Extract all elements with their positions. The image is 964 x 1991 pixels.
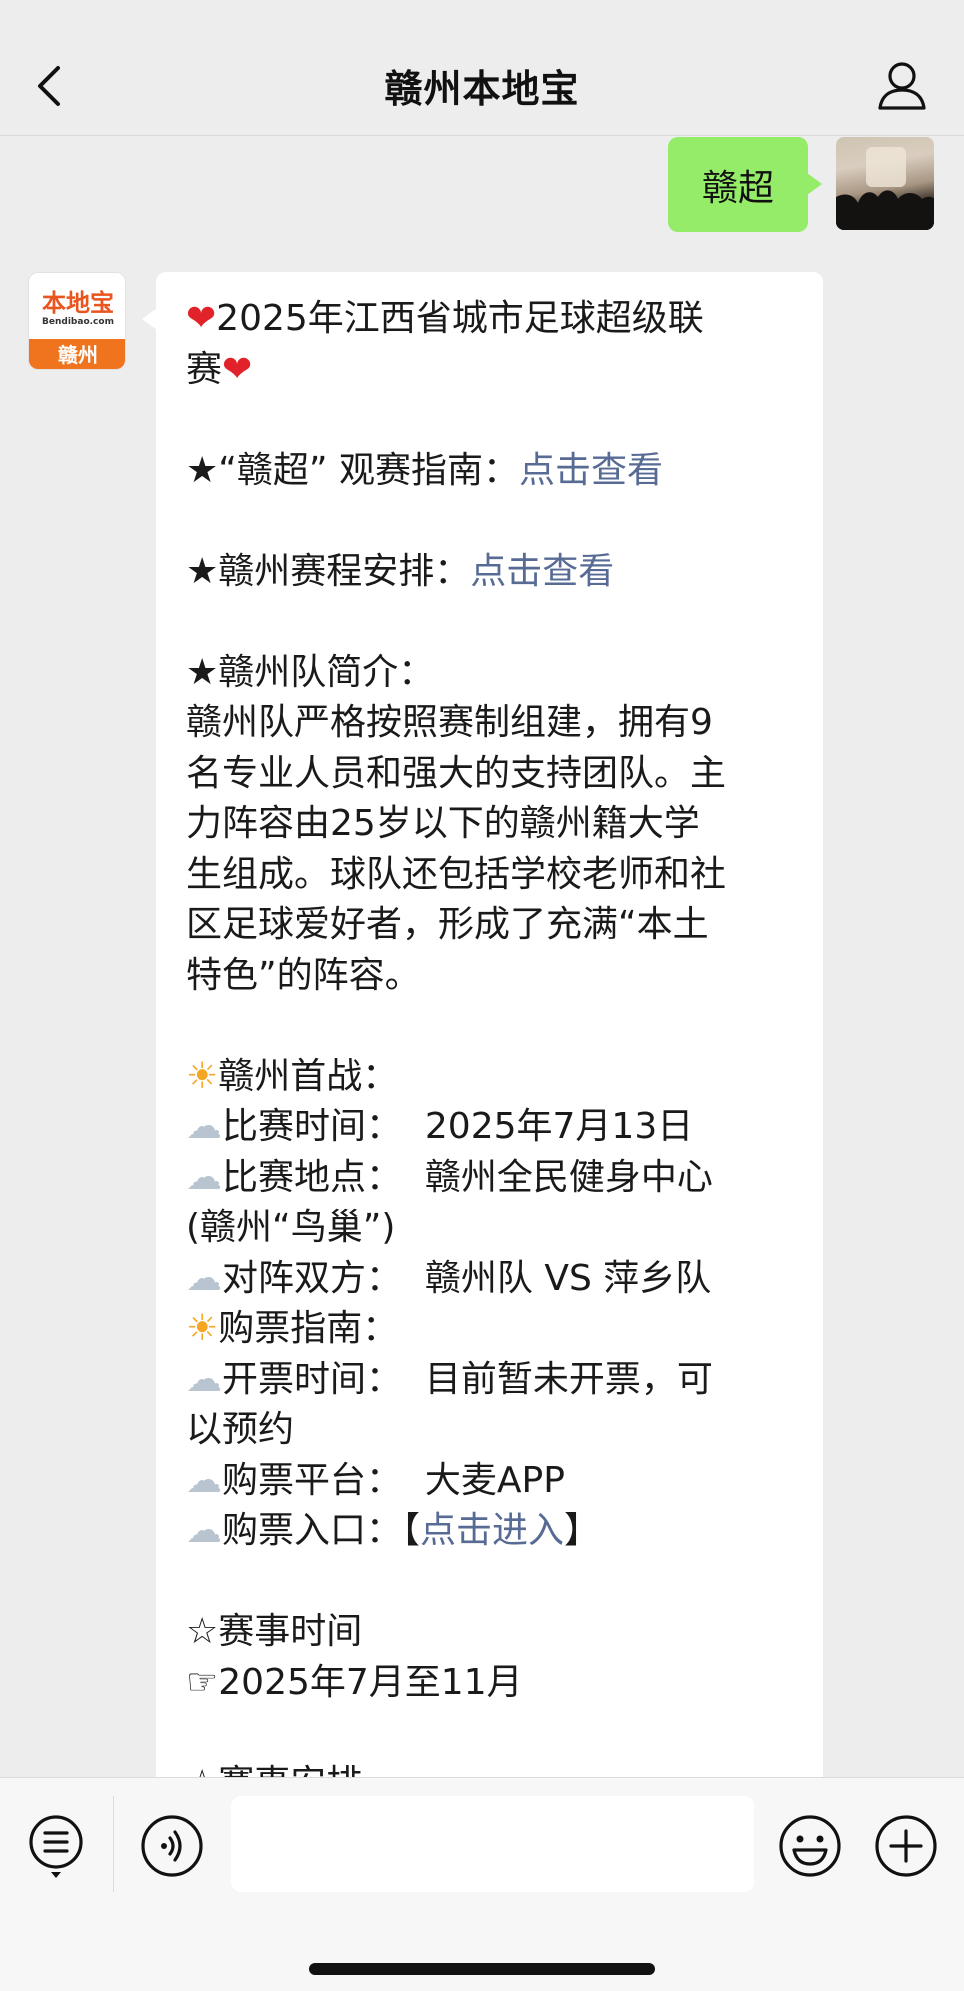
ticket-open-line: ☁开票时间： 目前暂未开票，可	[186, 1358, 713, 1400]
plus-icon[interactable]	[874, 1814, 938, 1882]
cloud-icon: ☁	[186, 1358, 222, 1400]
avatar-logo-text: 本地宝	[42, 288, 114, 317]
ticket-heading: ☀购票指南：	[186, 1308, 399, 1349]
team-text-line: 力阵容由25岁以下的赣州籍大学	[186, 803, 700, 844]
cloud-icon: ☁	[186, 1106, 222, 1147]
avatar-logo-url: Bendibao.com	[42, 317, 114, 327]
match-venue-line: ☁比赛地点： 赣州全民健身中心	[186, 1156, 713, 1198]
team-text-line: 生组成。球队还包括学校老师和社	[186, 853, 727, 895]
smiley-icon[interactable]	[778, 1814, 842, 1882]
sun-icon: ☀	[186, 1055, 219, 1097]
message-title-line: ❤2025年江西省城市足球超级联	[186, 298, 704, 339]
heart-icon: ❤	[222, 348, 253, 390]
list-menu-icon[interactable]	[28, 1812, 88, 1886]
guide-line: ★“赣超” 观赛指南：点击查看	[186, 449, 664, 491]
ticket-entry-link[interactable]: 点击进入	[420, 1510, 564, 1551]
match-teams-line: ☁对阵双方： 赣州队 VS 萍乡队	[186, 1257, 712, 1299]
avatar-logo-area: 本地宝 Bendibao.com	[29, 273, 125, 339]
ticket-platform-line: ☁购票平台： 大麦APP	[186, 1459, 565, 1501]
team-text-line: 赣州队严格按照赛制组建，拥有9	[186, 702, 713, 743]
cloud-icon: ☁	[186, 1459, 222, 1501]
schedule-line: ★赣州赛程安排：点击查看	[186, 550, 615, 592]
guide-link[interactable]: 点击查看	[519, 450, 663, 491]
heart-icon: ❤	[186, 298, 217, 339]
event-schedule-heading: ☆赛事安排	[186, 1759, 795, 1778]
voice-icon[interactable]	[140, 1814, 204, 1882]
sent-message-bubble[interactable]: 赣超	[668, 137, 822, 232]
nav-bar: 赣州本地宝	[0, 0, 964, 136]
ticket-open-line: 以预约	[186, 1409, 295, 1450]
official-account-avatar[interactable]: 本地宝 Bendibao.com 赣州	[28, 272, 126, 370]
first-match-heading: ☀赣州首战：	[186, 1055, 399, 1097]
sun-icon: ☀	[186, 1308, 219, 1349]
team-text-line: 名专业人员和强大的支持团队。主	[186, 752, 727, 794]
match-venue-line: (赣州“鸟巢”)	[186, 1207, 396, 1248]
message-input[interactable]	[231, 1796, 754, 1892]
user-avatar[interactable]	[836, 137, 934, 230]
person-icon[interactable]	[874, 58, 930, 114]
team-text-line: 特色”的阵容。	[186, 954, 421, 996]
avatar-city-label: 赣州	[29, 339, 125, 369]
event-time-heading: ☆赛事时间	[186, 1611, 363, 1652]
event-time-value: ☞2025年7月至11月	[186, 1661, 523, 1703]
toolbar-divider	[113, 1796, 114, 1892]
received-message-bubble[interactable]: ❤2025年江西省城市足球超级联 赛❤ ★“赣超” 观赛指南：点击查看 ★赣州赛…	[142, 272, 823, 1778]
sent-message-text: 赣超	[701, 167, 774, 209]
schedule-link[interactable]: 点击查看	[470, 551, 614, 592]
input-toolbar	[0, 1777, 964, 1991]
message-title-line: 赛❤	[186, 348, 253, 390]
ticket-entry-line: ☁购票入口：【点击进入】	[186, 1510, 601, 1551]
team-text-line: 区足球爱好者，形成了充满“本土	[186, 904, 709, 945]
cloud-icon: ☁	[186, 1156, 222, 1198]
page-title: 赣州本地宝	[384, 67, 580, 111]
chat-area[interactable]: 赣超 本地宝 Bendibao.com 赣州 ❤2025年江西省城市足球超级联 …	[0, 137, 964, 1777]
team-heading: ★赣州队简介：	[186, 651, 435, 693]
cloud-icon: ☁	[186, 1257, 222, 1299]
cloud-icon: ☁	[186, 1510, 222, 1551]
home-indicator[interactable]	[309, 1963, 655, 1975]
match-time-line: ☁比赛时间： 2025年7月13日	[186, 1106, 694, 1147]
